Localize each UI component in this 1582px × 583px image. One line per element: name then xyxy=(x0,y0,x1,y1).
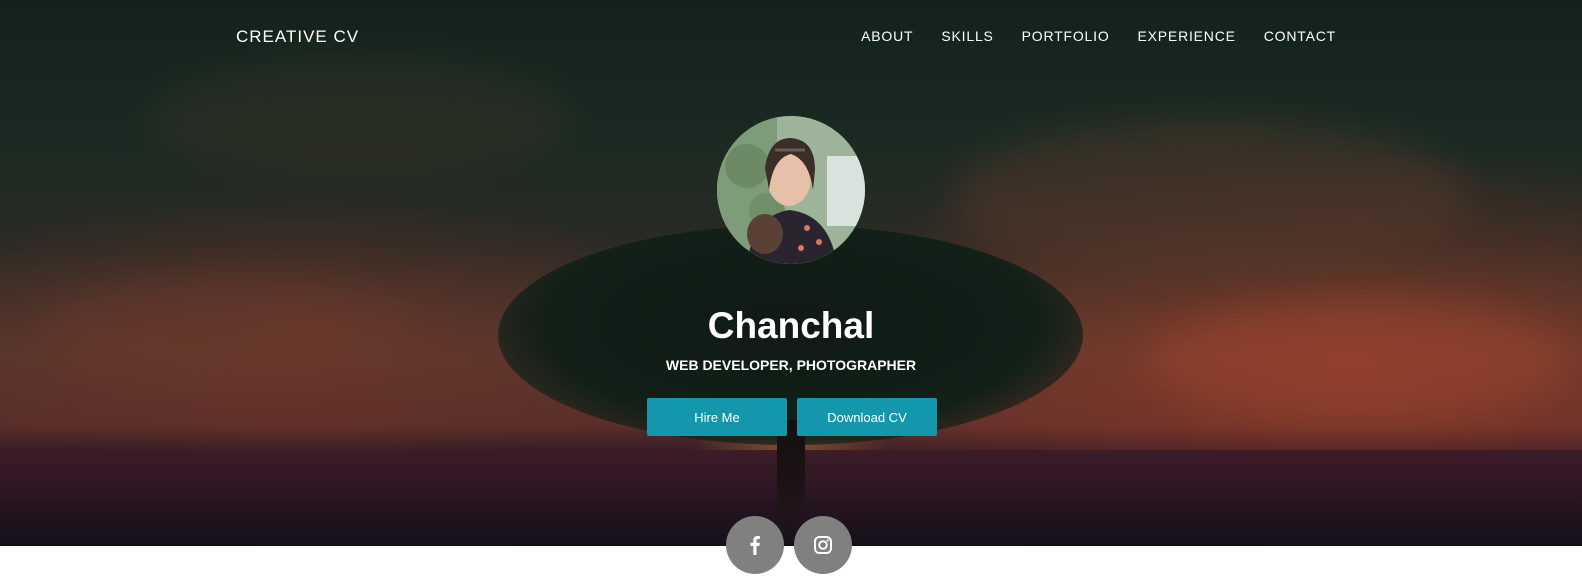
profile-title: WEB DEVELOPER, PHOTOGRAPHER xyxy=(665,357,917,373)
download-cv-button[interactable]: Download CV xyxy=(797,398,937,436)
avatar xyxy=(717,116,865,264)
profile-name: Chanchal xyxy=(707,305,875,346)
instagram-icon xyxy=(814,536,832,554)
profile-photo xyxy=(717,116,865,264)
facebook-button[interactable] xyxy=(726,516,784,574)
nav-link-experience[interactable]: EXPERIENCE xyxy=(1138,28,1236,44)
hire-me-button[interactable]: Hire Me xyxy=(647,398,787,436)
nav-menu: ABOUT SKILLS PORTFOLIO EXPERIENCE CONTAC… xyxy=(861,28,1336,44)
facebook-icon xyxy=(750,536,760,555)
brand-logo[interactable]: CREATIVE CV xyxy=(236,27,359,47)
hero-background xyxy=(0,0,1582,546)
cloud-shape xyxy=(150,60,570,180)
nav-link-contact[interactable]: CONTACT xyxy=(1264,28,1336,44)
top-navbar: CREATIVE CV ABOUT SKILLS PORTFOLIO EXPER… xyxy=(0,0,1582,72)
instagram-button[interactable] xyxy=(794,516,852,574)
nav-link-portfolio[interactable]: PORTFOLIO xyxy=(1022,28,1110,44)
cloud-shape xyxy=(950,120,1470,280)
nav-link-about[interactable]: ABOUT xyxy=(861,28,913,44)
nav-link-skills[interactable]: SKILLS xyxy=(941,28,993,44)
